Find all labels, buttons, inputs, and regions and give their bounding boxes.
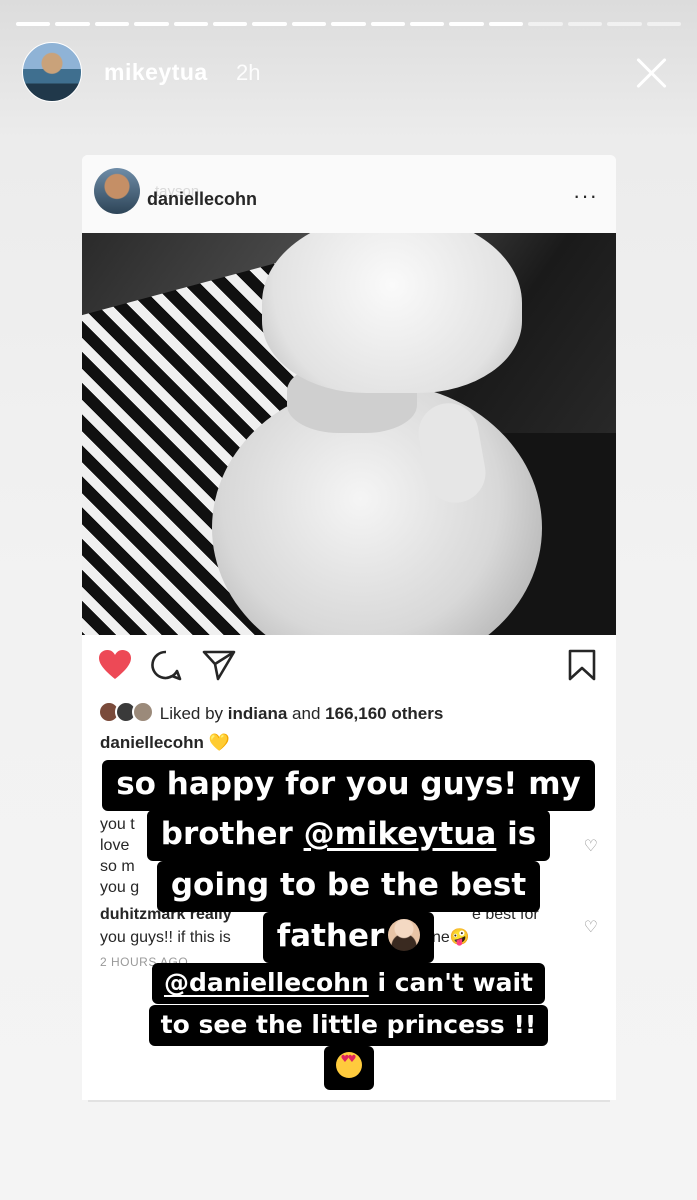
- progress-segment: [607, 22, 642, 26]
- story-timestamp: 2h: [236, 60, 261, 85]
- post-avatar[interactable]: [94, 168, 140, 214]
- overlay-line: @daniellecohn i can't wait: [0, 963, 697, 1004]
- heart-eyes-emoji: [335, 1052, 362, 1078]
- story-username[interactable]: mikeytua: [104, 59, 208, 86]
- overlay-text: going to be the best: [156, 861, 541, 912]
- share-icon[interactable]: [202, 649, 236, 681]
- progress-segment: [528, 22, 563, 26]
- overlay-text: to see the little princess !!: [148, 1005, 549, 1046]
- overlay-text-part: brother: [160, 816, 304, 852]
- overlay-text: father: [262, 912, 435, 963]
- mention-daniellecohn[interactable]: @daniellecohn: [164, 968, 369, 997]
- overlay-line: [0, 1046, 697, 1090]
- progress-segment: [646, 22, 681, 26]
- overlay-line: brother @mikeytua is: [0, 810, 697, 861]
- comment-icon[interactable]: [150, 649, 182, 681]
- liked-prefix: Liked by: [159, 703, 224, 723]
- like-heart-icon[interactable]: [98, 649, 132, 681]
- progress-segment: [449, 22, 484, 26]
- post-actions: [82, 635, 616, 695]
- progress-segment: [213, 22, 248, 26]
- overlay-line: so happy for you guys! my: [0, 760, 697, 811]
- post-caption: daniellecohn 💛: [100, 733, 230, 753]
- overlay-text-part: father: [276, 918, 385, 954]
- liked-count[interactable]: 166,160 others: [325, 704, 443, 723]
- avatar[interactable]: [22, 42, 82, 102]
- progress-segment: [173, 22, 209, 26]
- progress-segment: [410, 22, 445, 26]
- post-bottom-divider: [88, 1100, 610, 1102]
- caption-username[interactable]: daniellecohn: [100, 733, 204, 752]
- liker-avatars: [98, 701, 154, 728]
- post-header: tayson daniellecohn ···: [82, 155, 616, 233]
- yellow-heart-emoji: 💛: [208, 733, 230, 752]
- progress-segment: [252, 22, 287, 26]
- overlay-text: brother @mikeytua is: [146, 810, 551, 861]
- more-options-icon[interactable]: ···: [573, 183, 598, 209]
- liker-avatar: [132, 701, 154, 723]
- overlay-line: to see the little princess !!: [0, 1005, 697, 1046]
- progress-segment: [331, 22, 366, 26]
- bookmark-icon[interactable]: [568, 649, 596, 681]
- post-username[interactable]: daniellecohn: [147, 189, 257, 210]
- progress-segment: [370, 22, 406, 26]
- overlay-emoji-box: [323, 1046, 374, 1090]
- close-icon[interactable]: [633, 54, 671, 92]
- liked-name[interactable]: indiana: [228, 704, 288, 723]
- story-progress-bar: [16, 22, 681, 26]
- post-photo: [82, 233, 616, 635]
- overlay-text-part: i can't wait: [368, 968, 534, 997]
- photo-cap: [262, 233, 522, 393]
- progress-segment: [134, 22, 169, 26]
- overlay-text: @daniellecohn i can't wait: [151, 963, 546, 1004]
- man-beard-emoji: [388, 919, 421, 951]
- overlay-line: going to be the best: [0, 861, 697, 912]
- liked-mid: and: [292, 703, 321, 723]
- overlay-text-part: is: [496, 816, 537, 852]
- progress-segment: [488, 22, 524, 26]
- progress-segment: [567, 22, 603, 26]
- overlay-text: so happy for you guys! my: [102, 760, 595, 811]
- mention-mikeytua[interactable]: @mikeytua: [304, 816, 497, 852]
- progress-segment: [16, 22, 51, 26]
- progress-segment: [291, 22, 327, 26]
- likes-summary[interactable]: Liked by indiana and 166,160 others: [98, 701, 443, 728]
- progress-segment: [55, 22, 90, 26]
- overlay-line: father: [0, 912, 697, 963]
- progress-segment: [94, 22, 130, 26]
- story-header: mikeytua 2h: [22, 42, 677, 104]
